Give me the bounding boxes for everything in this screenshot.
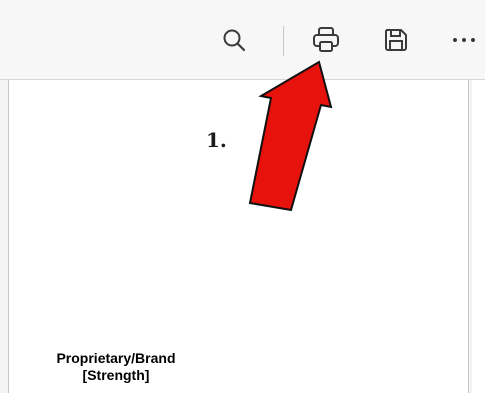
toolbar-divider xyxy=(283,26,284,56)
more-options-button[interactable] xyxy=(446,22,482,58)
save-button[interactable] xyxy=(378,22,414,58)
print-icon xyxy=(313,27,339,52)
search-icon xyxy=(223,29,246,52)
pdf-viewer-screen: 1. Proprietary/Brand [Strength] xyxy=(0,0,485,393)
document-area[interactable] xyxy=(0,80,485,393)
more-icon xyxy=(453,38,475,42)
scrollbar[interactable] xyxy=(472,80,485,393)
document-page xyxy=(8,80,469,393)
viewer-toolbar xyxy=(0,0,485,80)
heading-line-2: [Strength] xyxy=(82,367,150,383)
step-number-label: 1. xyxy=(206,128,227,152)
save-icon xyxy=(384,29,407,51)
document-heading: Proprietary/Brand [Strength] xyxy=(28,350,204,384)
print-button[interactable] xyxy=(308,22,344,58)
heading-line-1: Proprietary/Brand xyxy=(56,350,176,366)
search-button[interactable] xyxy=(216,22,252,58)
